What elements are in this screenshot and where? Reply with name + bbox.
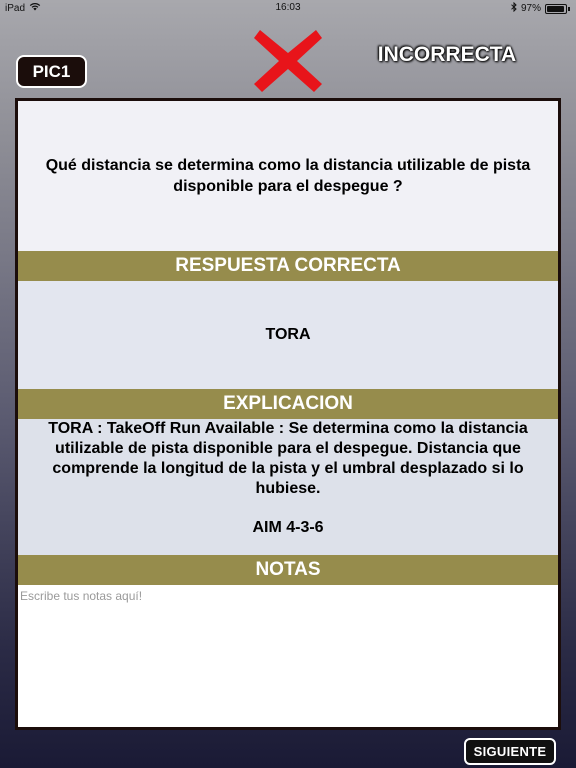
status-right: 97% <box>511 1 570 15</box>
battery-tip <box>568 6 570 11</box>
explanation-header: EXPLICACION <box>18 389 558 419</box>
correct-answer-text: TORA <box>18 281 558 389</box>
explanation-reference: AIM 4-3-6 <box>252 519 324 536</box>
notes-header: NOTAS <box>18 555 558 585</box>
red-x-icon <box>252 26 324 96</box>
next-button[interactable]: SIGUIENTE <box>464 738 556 765</box>
question-card: Qué distancia se determina como la dista… <box>15 98 561 730</box>
status-time: 16:03 <box>275 2 301 13</box>
bluetooth-icon <box>511 1 517 15</box>
status-bar: iPad 16:03 97% <box>0 0 576 16</box>
notes-textarea[interactable] <box>18 585 558 727</box>
question-text: Qué distancia se determina como la dista… <box>18 101 558 251</box>
battery-level <box>547 5 565 12</box>
question-card-inner: Qué distancia se determina como la dista… <box>18 101 558 727</box>
battery-percent: 97% <box>520 3 541 14</box>
correct-answer-header: RESPUESTA CORRECTA <box>18 251 558 281</box>
battery-icon <box>545 3 567 14</box>
explanation-text: TORA : TakeOff Run Available : Se determ… <box>48 420 528 497</box>
result-label: INCORRECTA <box>377 43 517 66</box>
explanation-panel: TORA : TakeOff Run Available : Se determ… <box>18 419 558 555</box>
category-tag-button[interactable]: PIC1 <box>16 55 87 88</box>
